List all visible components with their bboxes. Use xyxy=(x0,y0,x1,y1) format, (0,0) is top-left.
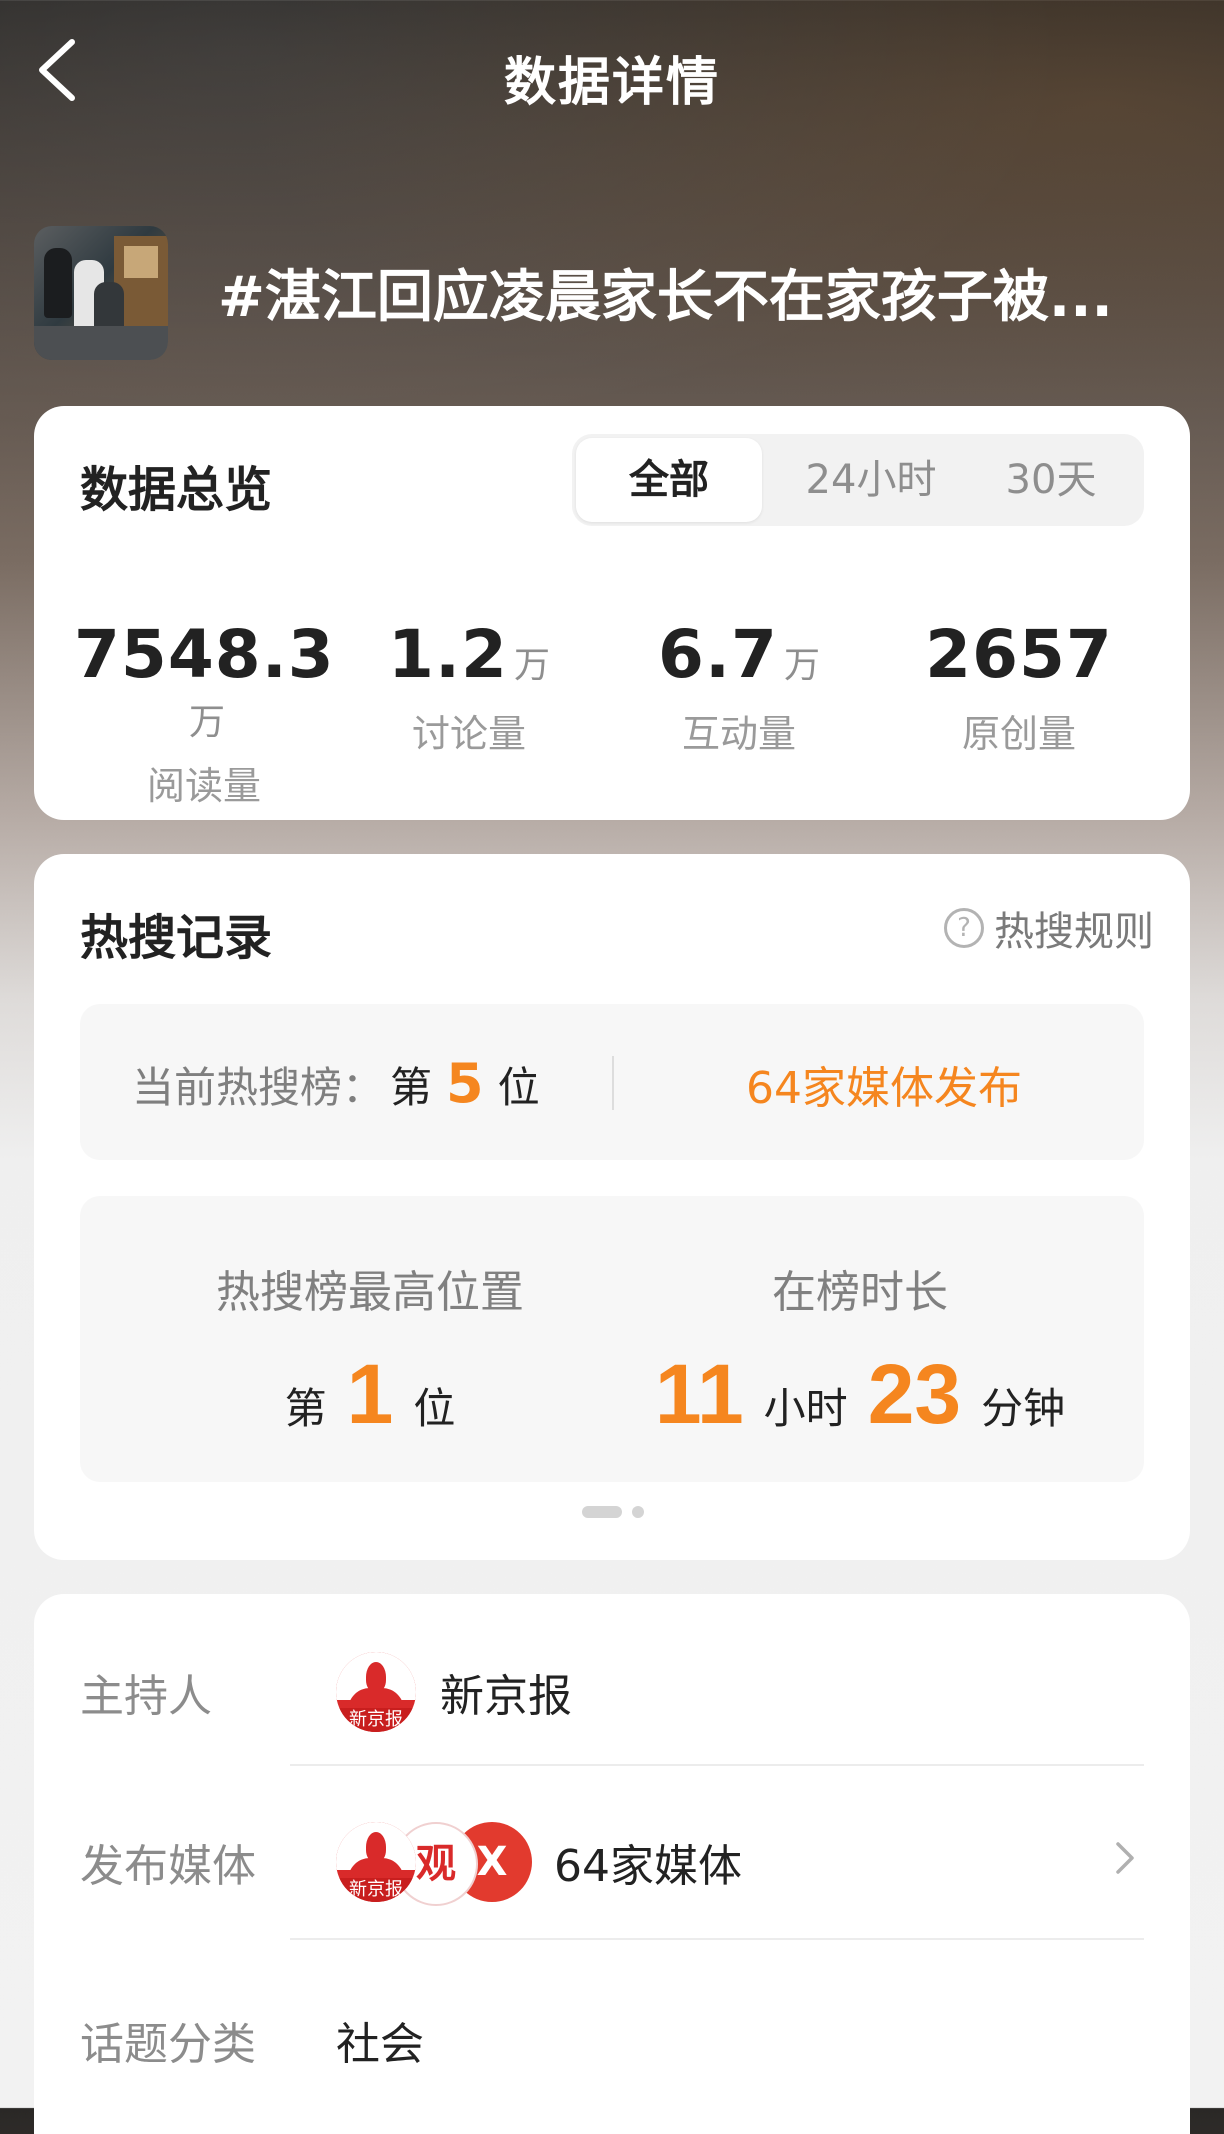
media-count[interactable]: 64家媒体 xyxy=(554,1830,742,1894)
topic-title[interactable]: #湛江回应凌晨家长不在家孩子被... xyxy=(218,252,1198,333)
xinjingbao-logo-icon: 新京报 xyxy=(336,1822,416,1902)
category-row: 话题分类 社会 xyxy=(80,1986,1144,2076)
current-rank: 当前热搜榜：第 5 位 xyxy=(132,1052,540,1115)
current-rank-value: 5 xyxy=(446,1052,484,1115)
time-range-tabs: 全部 24小时 30天 xyxy=(572,434,1144,526)
hot-rules-link[interactable]: ? 热搜规则 xyxy=(944,904,1154,955)
hot-search-title: 热搜记录 xyxy=(80,910,273,966)
best-position-label: 热搜榜最高位置 xyxy=(216,1267,524,1318)
xinjingbao-logo-icon[interactable]: 新京报 xyxy=(336,1652,416,1732)
current-rank-suffix: 位 xyxy=(497,1063,540,1112)
category-value[interactable]: 社会 xyxy=(336,2008,424,2072)
stat-interactions: 6.7 万 互动量 xyxy=(604,616,874,756)
divider xyxy=(290,1764,1144,1766)
topic-header: #湛江回应凌晨家长不在家孩子被... xyxy=(34,226,1194,360)
duration-label: 在榜时长 xyxy=(772,1267,948,1318)
best-position-suffix: 位 xyxy=(413,1384,456,1433)
pager-dot[interactable] xyxy=(632,1506,644,1518)
stat-label: 讨论量 xyxy=(411,712,526,756)
stat-value: 7548.3 xyxy=(74,616,335,693)
logo-text: 新京报 xyxy=(336,1708,416,1732)
stat-discussions: 1.2 万 讨论量 xyxy=(334,616,604,756)
tab-all[interactable]: 全部 xyxy=(576,438,762,522)
stat-value: 1.2 xyxy=(388,616,508,693)
overview-card: 数据总览 全部 24小时 30天 7548.3万 阅读量 1.2 万 讨论量 6.… xyxy=(34,406,1190,820)
best-position-prefix: 第 xyxy=(284,1384,327,1433)
best-rank-panel: 热搜榜最高位置 在榜时长 第1位 11 小时 23 分钟 xyxy=(80,1196,1144,1482)
duration-hours-unit: 小时 xyxy=(763,1384,848,1433)
hot-rules-label: 热搜规则 xyxy=(994,909,1154,955)
overview-title: 数据总览 xyxy=(80,462,273,518)
stat-unit: 万 xyxy=(783,645,820,686)
host-label: 主持人 xyxy=(80,1671,212,1722)
stat-original: 2657 原创量 xyxy=(884,616,1154,756)
host-row: 主持人 新京报 新京报 xyxy=(80,1638,1144,1748)
stat-value: 6.7 xyxy=(658,616,778,693)
tab-30d[interactable]: 30天 xyxy=(958,434,1144,526)
topic-thumbnail[interactable] xyxy=(34,226,168,360)
stat-label: 互动量 xyxy=(681,712,796,756)
topic-info-card: 主持人 新京报 新京报 发布媒体 新京报 观 X 64家媒体 话题分类 社会 xyxy=(34,1594,1190,2134)
current-rank-panel: 当前热搜榜：第 5 位 64家媒体发布 xyxy=(80,1004,1144,1160)
stat-unit: 万 xyxy=(188,702,225,743)
stat-value: 2657 xyxy=(925,616,1113,693)
hot-search-card: 热搜记录 ? 热搜规则 当前热搜榜：第 5 位 64家媒体发布 热搜榜最高位置 在榜… xyxy=(34,854,1190,1560)
media-row[interactable]: 发布媒体 新京报 观 X 64家媒体 xyxy=(80,1808,1144,1918)
logo-text: 新京报 xyxy=(336,1878,416,1902)
duration-minutes: 23 xyxy=(867,1347,962,1441)
stat-reads: 7548.3 万 阅读量 xyxy=(74,616,335,808)
best-position-value: 第1位 xyxy=(140,1346,600,1443)
question-icon: ? xyxy=(944,908,984,948)
duration-value: 11 小时 23 分钟 xyxy=(640,1346,1080,1443)
page-title: 数据详情 xyxy=(503,53,720,113)
stat-unit: 万 xyxy=(513,645,550,686)
best-position-number: 1 xyxy=(346,1347,394,1441)
chevron-right-icon[interactable] xyxy=(1104,1838,1144,1878)
current-rank-label: 当前热搜榜： xyxy=(132,1063,385,1112)
stat-label: 原创量 xyxy=(961,712,1076,756)
category-label: 话题分类 xyxy=(80,2019,256,2070)
current-rank-prefix: 第 xyxy=(390,1063,433,1112)
nav-bar: 数据详情 xyxy=(0,0,1224,140)
divider xyxy=(290,1938,1144,1940)
divider xyxy=(612,1056,614,1110)
pager-dot-active[interactable] xyxy=(582,1506,622,1518)
stat-label: 阅读量 xyxy=(146,764,261,808)
tab-24h[interactable]: 24小时 xyxy=(778,434,964,526)
host-name[interactable]: 新京报 xyxy=(440,1660,572,1724)
duration-minutes-unit: 分钟 xyxy=(981,1384,1066,1433)
media-published-link[interactable]: 64家媒体发布 xyxy=(746,1052,1022,1116)
duration-hours: 11 xyxy=(654,1347,744,1441)
media-label: 发布媒体 xyxy=(80,1841,256,1892)
